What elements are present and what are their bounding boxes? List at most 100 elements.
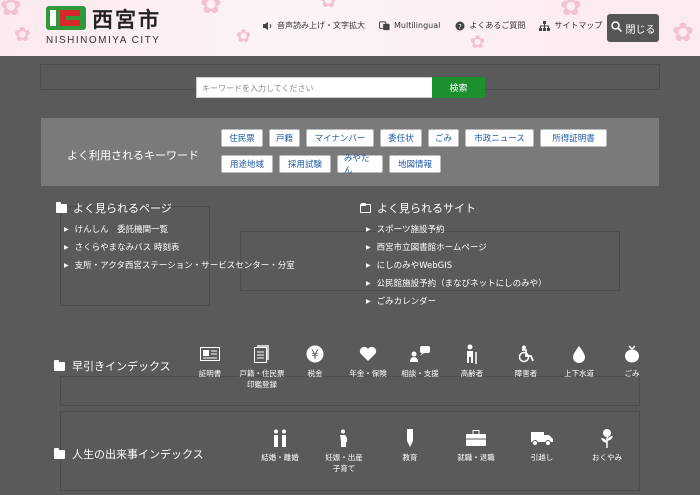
life-index-item[interactable]: 結婚・離婚 (250, 428, 310, 463)
list-item[interactable]: ▶ 公民館施設予約（まなびネットにしのみや） (366, 277, 547, 289)
keyword-button[interactable]: 採用試験 (279, 155, 331, 173)
pencil-icon (399, 428, 421, 448)
popular-sites-list: ▶ スポーツ施設予約 ▶ 西宮市立図書館ホームページ ▶ にしのみやWebGIS ▶ 公… (366, 223, 547, 307)
life-index-item[interactable]: 教育 (380, 428, 440, 463)
keyword-button[interactable]: ごみ (428, 129, 459, 147)
link-label: にしのみやWebGIS (376, 261, 453, 271)
keyword-button[interactable]: マイナンバー (306, 129, 374, 147)
truck-icon (531, 428, 553, 448)
link-label: さくらやまなみバス 時刻表 (74, 243, 180, 253)
folder-icon (54, 447, 65, 459)
chevron-right-icon: ▶ (64, 225, 69, 233)
header-link-label: よくあるご質問 (469, 21, 526, 30)
life-index-label: おくやみ (592, 453, 622, 462)
list-item[interactable]: ▶ ごみカレンダー (366, 295, 547, 307)
chevron-right-icon: ▶ (64, 243, 69, 251)
keyword-button[interactable]: みやたん (337, 154, 383, 176)
keyword-button[interactable]: 市政ニュース (465, 129, 534, 147)
question-icon: ? (454, 20, 465, 31)
header-link-label: Multilingual (394, 21, 441, 30)
keywords-title: よく利用されるキーワード (67, 149, 199, 162)
speaker-icon (262, 20, 273, 31)
quick-index-item[interactable]: 高齢者 (442, 344, 502, 379)
bg-panel (60, 376, 640, 406)
keywords-row-2: 用途地域 採用試験 みやたん 地図情報 (221, 154, 441, 176)
quick-index-item[interactable]: 障害者 (496, 344, 556, 379)
briefcase-icon (465, 428, 487, 448)
couple-icon (269, 428, 291, 448)
chevron-right-icon: ▶ (366, 225, 371, 233)
life-index-label: 教育 (402, 453, 418, 462)
quick-index-item[interactable]: 戸籍・住民票 印鑑登録 (232, 344, 292, 390)
link-label: 西宮市立図書館ホームページ (376, 243, 487, 253)
water-drop-icon (568, 344, 590, 364)
close-label: 閉じる (625, 24, 656, 36)
keyword-button[interactable]: 所得証明書 (540, 129, 607, 147)
blossom-decoration-icon: ✿ (0, 0, 22, 22)
keyword-button[interactable]: 委任状 (380, 129, 422, 147)
quick-index-label: 証明書 (198, 369, 222, 378)
quick-index-item[interactable]: 相談・支援 (390, 344, 450, 379)
quick-index-item[interactable]: ごみ (602, 344, 662, 379)
search-button[interactable]: 検索 (432, 77, 485, 98)
life-index-item[interactable]: 引越し (512, 428, 572, 463)
site-name[interactable]: 西宮市 (92, 4, 161, 34)
link-label: ごみカレンダー (376, 297, 437, 307)
pregnancy-icon (333, 428, 355, 448)
header-link-speech[interactable]: 音声読み上げ・文字拡大 (262, 20, 365, 31)
list-item[interactable]: ▶ けんしん 委託機関一覧 (64, 223, 295, 235)
list-item[interactable]: ▶ スポーツ施設予約 (366, 223, 547, 235)
blossom-decoration-icon: ✿ (200, 0, 222, 20)
header-link-faq[interactable]: ? よくあるご質問 (454, 20, 525, 31)
quick-index-item[interactable]: 上下水道 (549, 344, 609, 379)
life-index-item[interactable]: おくやみ (577, 428, 637, 463)
blossom-decoration-icon: ✿ (560, 0, 582, 22)
list-item[interactable]: ▶ 西宮市立図書館ホームページ (366, 241, 547, 253)
keyword-button[interactable]: 戸籍 (269, 129, 300, 147)
life-index-item[interactable]: 妊娠・出産 子育て (314, 428, 374, 474)
quick-index-label: 税金 (307, 369, 323, 378)
quick-index-item[interactable]: ¥ 税金 (285, 344, 345, 379)
document-icon (251, 344, 273, 364)
chevron-right-icon: ▶ (366, 279, 371, 287)
keyword-button[interactable]: 地図情報 (389, 155, 441, 173)
header-links: 音声読み上げ・文字拡大 Multilingual ? よくあるご質問 サイトマッ… (262, 20, 602, 31)
svg-text:¥: ¥ (311, 348, 319, 362)
list-item[interactable]: ▶ 支所・アクタ西宮ステーション・サービスセンター・分室 (64, 259, 295, 271)
consultation-icon (409, 344, 431, 364)
popular-sites-title-text: よく見られるサイト (377, 202, 476, 215)
life-index-label: 結婚・離婚 (261, 453, 299, 462)
chevron-right-icon: ▶ (366, 243, 371, 251)
svg-text:?: ? (458, 23, 462, 31)
header-link-sitemap[interactable]: サイトマップ (539, 20, 602, 31)
search-input[interactable]: キーワードを入力してください (196, 77, 433, 98)
header-link-label: 音声読み上げ・文字拡大 (277, 21, 365, 30)
life-index-item[interactable]: 就職・退職 (446, 428, 506, 463)
quick-index-title: 早引きインデックス (54, 358, 171, 374)
blossom-decoration-icon: ✿ (320, 0, 337, 12)
site-name-en: NISHINOMIYA CITY (46, 35, 161, 46)
link-label: けんしん 委託機関一覧 (74, 225, 169, 235)
city-logo[interactable] (46, 6, 86, 30)
popular-pages-list: ▶ けんしん 委託機関一覧 ▶ さくらやまなみバス 時刻表 ▶ 支所・アクタ西宮ステー… (64, 223, 295, 271)
list-item[interactable]: ▶ さくらやまなみバス 時刻表 (64, 241, 295, 253)
popular-pages-title: よく見られるページ (56, 200, 172, 216)
folder-icon (54, 359, 65, 371)
quick-index-label: 年金・保険 (349, 369, 387, 378)
close-search-button[interactable]: 閉じる (607, 14, 659, 42)
quick-index-title-text: 早引きインデックス (72, 360, 171, 373)
translate-icon (379, 20, 390, 31)
sitemap-icon (539, 20, 551, 31)
keyword-button[interactable]: 住民票 (221, 129, 263, 147)
folder-icon (56, 201, 67, 213)
yen-icon: ¥ (304, 344, 326, 364)
life-index-label: 就職・退職 (457, 453, 495, 462)
chevron-right-icon: ▶ (64, 261, 69, 269)
header-link-multilingual[interactable]: Multilingual (379, 20, 440, 31)
keyword-button[interactable]: 用途地域 (221, 155, 273, 173)
quick-index-item[interactable]: 証明書 (180, 344, 240, 379)
flower-icon (596, 428, 618, 448)
life-index-title: 人生の出来事インデックス (54, 446, 204, 462)
quick-index-item[interactable]: 年金・保険 (338, 344, 398, 379)
list-item[interactable]: ▶ にしのみやWebGIS (366, 259, 547, 271)
